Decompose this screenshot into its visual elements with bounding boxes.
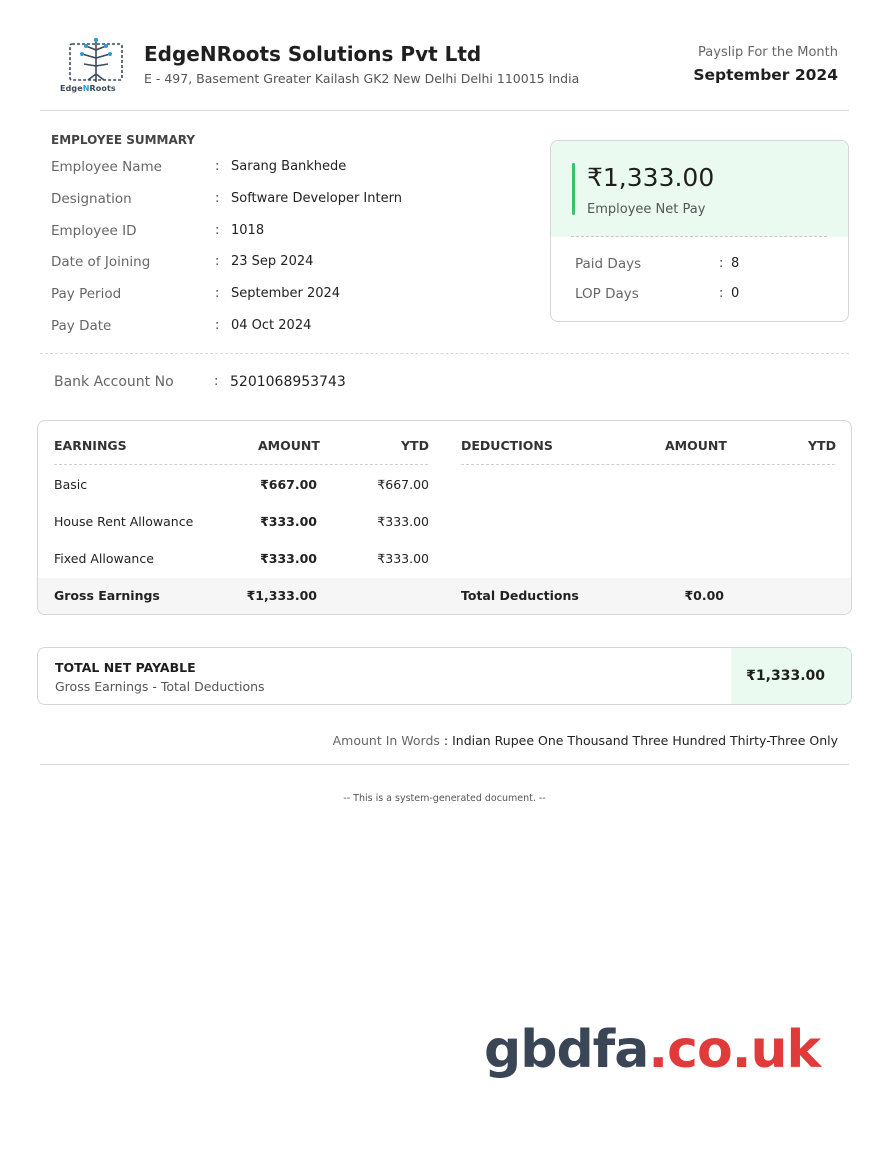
amount-in-words-label: Amount In Words	[332, 733, 440, 748]
employee-name-label: Employee Name	[51, 159, 162, 175]
earnings-header: EARNINGS	[54, 438, 127, 453]
bank-account-label: Bank Account No	[54, 374, 174, 390]
footer-divider	[40, 764, 849, 765]
employee-name-value: Sarang Bankhede	[231, 159, 347, 174]
total-net-payable-subtitle: Gross Earnings - Total Deductions	[55, 679, 265, 694]
colon: :	[215, 286, 220, 301]
earnings-deductions-table: EARNINGS AMOUNT YTD DEDUCTIONS AMOUNT YT…	[37, 420, 852, 615]
colon: :	[215, 318, 220, 333]
gross-row-background	[38, 578, 851, 614]
total-net-payable-amount: ₹1,333.00	[746, 668, 825, 684]
earning-name: House Rent Allowance	[54, 514, 194, 529]
net-pay-label: Employee Net Pay	[587, 202, 706, 217]
pay-period-value: September 2024	[231, 286, 341, 301]
lop-days-label: LOP Days	[575, 286, 639, 302]
payslip-month-value: September 2024	[693, 66, 838, 84]
designation-value: Software Developer Intern	[231, 191, 402, 206]
date-of-joining-value: 23 Sep 2024	[231, 254, 314, 269]
earnings-amount-header: AMOUNT	[258, 438, 320, 453]
header-divider	[40, 110, 849, 111]
earning-name: Fixed Allowance	[54, 551, 154, 566]
paid-days-value: 8	[731, 256, 740, 271]
total-deductions-amount: ₹0.00	[684, 588, 724, 603]
paid-days-label: Paid Days	[575, 256, 642, 272]
earnings-ytd-header: YTD	[401, 438, 429, 453]
summary-divider	[40, 353, 849, 354]
company-name: EdgeNRoots Solutions Pvt Ltd	[144, 42, 482, 66]
earning-ytd: ₹667.00	[377, 477, 429, 492]
net-pay-accent-bar	[572, 163, 575, 215]
earning-ytd: ₹333.00	[377, 514, 429, 529]
colon: :	[215, 159, 220, 174]
total-net-payable-title: TOTAL NET PAYABLE	[55, 660, 196, 675]
employee-id-value: 1018	[231, 223, 265, 238]
colon: :	[719, 286, 724, 301]
net-pay-divider	[571, 236, 827, 237]
watermark-logo: gbdfa.co.uk	[484, 1020, 821, 1080]
employee-summary-title: EMPLOYEE SUMMARY	[51, 133, 196, 147]
payslip-month-label: Payslip For the Month	[698, 45, 838, 60]
earning-amount: ₹667.00	[260, 477, 317, 492]
amount-in-words-value: : Indian Rupee One Thousand Three Hundre…	[439, 733, 838, 748]
earning-amount: ₹333.00	[260, 551, 317, 566]
employee-id-label: Employee ID	[51, 223, 137, 239]
pay-period-label: Pay Period	[51, 286, 122, 302]
colon: :	[215, 191, 220, 206]
date-of-joining-label: Date of Joining	[51, 254, 151, 270]
colon: :	[214, 374, 219, 389]
lop-days-value: 0	[731, 286, 740, 301]
designation-label: Designation	[51, 191, 132, 207]
colon: :	[215, 254, 220, 269]
colon: :	[215, 223, 220, 238]
earning-amount: ₹333.00	[260, 514, 317, 529]
total-net-payable-card: TOTAL NET PAYABLE Gross Earnings - Total…	[37, 647, 852, 705]
deductions-ytd-header: YTD	[808, 438, 836, 453]
deductions-amount-header: AMOUNT	[665, 438, 727, 453]
deductions-header: DEDUCTIONS	[461, 438, 553, 453]
net-pay-amount: ₹1,333.00	[587, 163, 715, 192]
company-address: E - 497, Basement Greater Kailash GK2 Ne…	[144, 71, 580, 86]
bank-account-value: 5201068953743	[230, 374, 346, 390]
earning-name: Basic	[54, 477, 88, 492]
pay-date-value: 04 Oct 2024	[231, 318, 312, 333]
earnings-header-divider	[54, 464, 428, 465]
net-pay-card: ₹1,333.00 Employee Net Pay Paid Days : 8…	[550, 140, 849, 322]
earning-ytd: ₹333.00	[377, 551, 429, 566]
colon: :	[719, 256, 724, 271]
gross-earnings-amount: ₹1,333.00	[246, 588, 317, 603]
gross-earnings-label: Gross Earnings	[54, 588, 160, 603]
system-generated-note: -- This is a system-generated document. …	[343, 793, 546, 804]
total-deductions-label: Total Deductions	[461, 588, 579, 603]
amount-in-words: Amount In Words : Indian Rupee One Thous…	[333, 733, 838, 748]
deductions-header-divider	[461, 464, 835, 465]
logo-wordmark: EdgeNRoots	[60, 84, 116, 93]
pay-date-label: Pay Date	[51, 318, 112, 334]
